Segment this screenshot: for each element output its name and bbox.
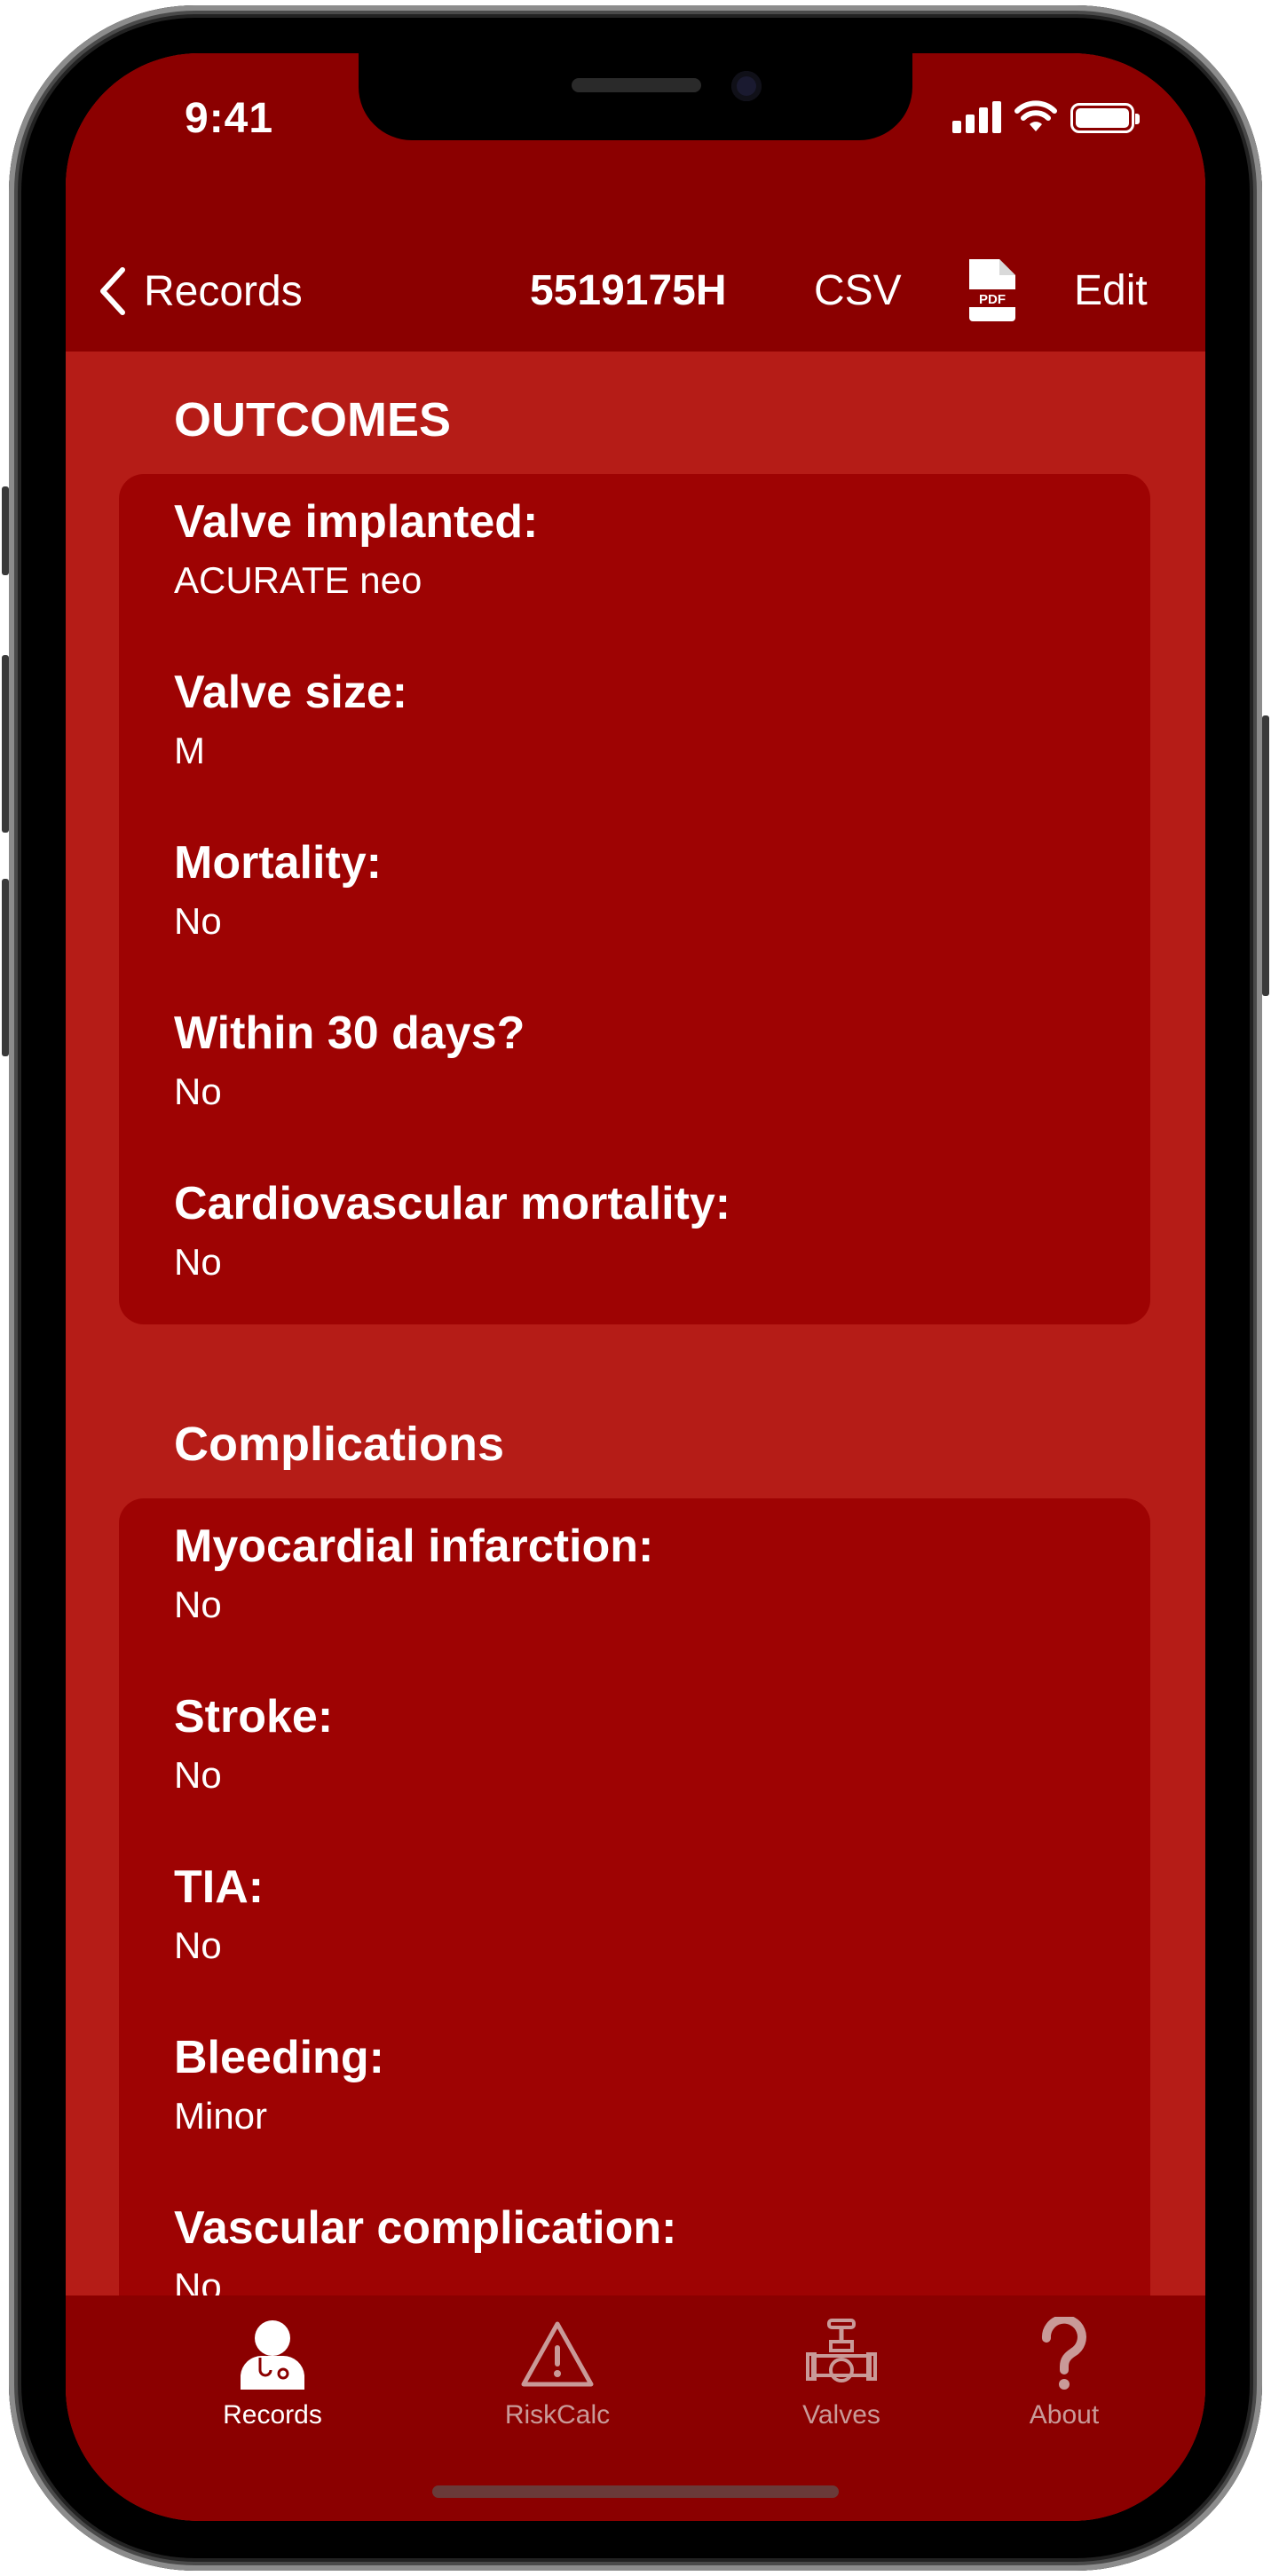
- doctor-icon: [241, 2320, 304, 2390]
- tab-riskcalc[interactable]: RiskCalc: [451, 2317, 664, 2430]
- csv-export-button[interactable]: CSV: [814, 266, 902, 315]
- front-camera: [731, 71, 762, 101]
- record-detail-content[interactable]: OUTCOMES Valve implanted: ACURATE neo Va…: [66, 352, 1205, 2475]
- row-label: TIA:: [174, 1861, 264, 1913]
- row-value: ACURATE neo: [174, 559, 422, 601]
- row-value: M: [174, 730, 205, 771]
- warning-triangle-icon: [521, 2321, 594, 2387]
- row-value: No: [174, 1241, 222, 1283]
- complication-row-myocardial-infarction: Myocardial infarction: No: [174, 1518, 653, 1628]
- row-label: Bleeding:: [174, 2032, 384, 2083]
- valve-icon: [806, 2319, 877, 2382]
- status-icons: [952, 99, 1140, 133]
- row-label: Valve size:: [174, 667, 408, 718]
- navigation-bar: Records 5519175H CSV PDF Edit: [66, 231, 1205, 352]
- row-label: Stroke:: [174, 1691, 334, 1742]
- tab-valves[interactable]: Valves: [735, 2317, 948, 2430]
- tab-records[interactable]: Records: [166, 2317, 379, 2430]
- status-bar: 9:41: [66, 53, 1205, 231]
- row-label: Vascular complication:: [174, 2202, 677, 2254]
- row-label: Cardiovascular mortality:: [174, 1178, 731, 1229]
- row-label: Within 30 days?: [174, 1007, 525, 1059]
- mute-switch: [2, 486, 9, 575]
- notch: [359, 53, 912, 140]
- row-value: Minor: [174, 2095, 268, 2137]
- back-button-label: Records: [144, 267, 303, 315]
- outcome-row-valve-size: Valve size: M: [174, 664, 407, 774]
- row-value: No: [174, 1754, 222, 1796]
- outcome-row-within-30-days: Within 30 days? No: [174, 1005, 525, 1115]
- row-value: No: [174, 1924, 222, 1966]
- row-value: No: [174, 1071, 222, 1112]
- tab-label: About: [1029, 2400, 1100, 2430]
- outcome-row-valve-implanted: Valve implanted: ACURATE neo: [174, 494, 538, 604]
- tab-label: RiskCalc: [504, 2400, 611, 2430]
- record-id-title: 5519175H: [530, 267, 727, 314]
- chevron-left-icon: [100, 267, 125, 315]
- outcome-row-mortality: Mortality: No: [174, 834, 382, 944]
- volume-up-button: [2, 655, 9, 833]
- question-icon: [1041, 2317, 1086, 2390]
- home-indicator[interactable]: [432, 2485, 839, 2498]
- row-label: Myocardial infarction:: [174, 1521, 654, 1572]
- row-value: No: [174, 900, 222, 942]
- power-button: [1262, 715, 1269, 996]
- complication-row-tia: TIA: No: [174, 1859, 264, 1969]
- tab-label: Valves: [802, 2400, 880, 2430]
- complication-row-stroke: Stroke: No: [174, 1688, 333, 1798]
- tab-label: Records: [223, 2400, 322, 2430]
- speaker-grille: [572, 78, 701, 92]
- row-label: Mortality:: [174, 837, 382, 889]
- back-button[interactable]: Records: [98, 266, 303, 316]
- row-value: No: [174, 1584, 222, 1625]
- row-label: Valve implanted:: [174, 496, 539, 548]
- complication-row-bleeding: Bleeding: Minor: [174, 2029, 384, 2139]
- app-screen: 9:41 Records 5519175H CSV PDF Edit OUTCO…: [66, 53, 1205, 2521]
- outcome-row-cardiovascular-mortality: Cardiovascular mortality: No: [174, 1175, 730, 1285]
- complications-section-header: Complications: [174, 1418, 505, 1471]
- pdf-export-icon[interactable]: PDF: [964, 256, 1021, 323]
- volume-down-button: [2, 879, 9, 1056]
- tab-about[interactable]: About: [958, 2317, 1171, 2430]
- status-time: 9:41: [185, 95, 274, 142]
- outcomes-card: Valve implanted: ACURATE neo Valve size:…: [119, 474, 1150, 1324]
- complication-row-vascular-complication: Vascular complication: No: [174, 2200, 676, 2310]
- wifi-icon: [1014, 100, 1057, 131]
- edit-button[interactable]: Edit: [1074, 266, 1148, 315]
- battery-icon: [1070, 103, 1140, 133]
- pdf-icon-text: PDF: [979, 292, 1006, 307]
- outcomes-section-header: OUTCOMES: [174, 393, 452, 446]
- cellular-signal-icon: [952, 99, 1001, 133]
